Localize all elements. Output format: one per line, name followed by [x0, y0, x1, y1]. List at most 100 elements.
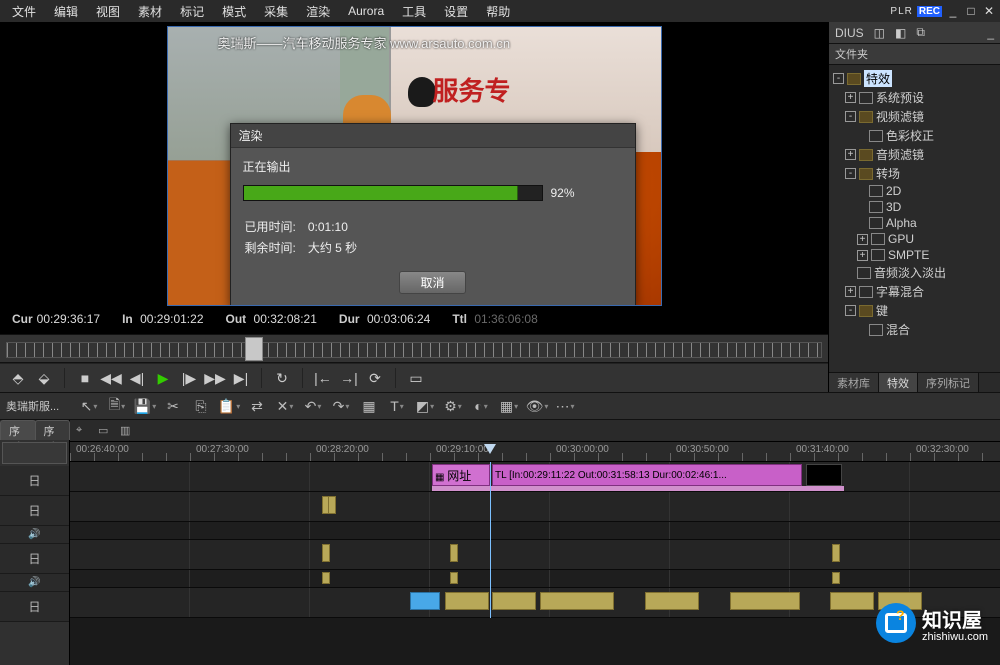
tree-toggle[interactable]: -: [833, 73, 844, 84]
menu-mode[interactable]: 模式: [214, 1, 254, 22]
menu-help[interactable]: 帮助: [478, 1, 518, 22]
tl-tool-3[interactable]: ▥: [120, 424, 136, 438]
tree-toggle[interactable]: -: [845, 305, 856, 316]
tree-item[interactable]: +字幕混合: [831, 282, 998, 301]
menu-marker[interactable]: 标记: [172, 1, 212, 22]
tool-undo[interactable]: ↶: [304, 397, 322, 415]
seq-tab-1[interactable]: 序列1: [0, 420, 36, 440]
tool-pointer[interactable]: ↖: [80, 397, 98, 415]
tool-ripple-icon[interactable]: ⇄: [248, 397, 266, 415]
tree-item[interactable]: +系统预设: [831, 88, 998, 107]
tool-redo[interactable]: ↷: [332, 397, 350, 415]
next-edit-button[interactable]: →|: [337, 367, 361, 389]
layout-icon[interactable]: ◫: [874, 26, 885, 40]
track-header-v3[interactable]: 日: [0, 544, 69, 574]
timeline-ruler[interactable]: 00:26:40:00 00:27:30:00 00:28:20:00 00:2…: [70, 442, 1000, 462]
tree-item[interactable]: -转场: [831, 164, 998, 183]
mark-in-drop[interactable]: ⬘: [6, 367, 30, 389]
tree-item[interactable]: -键: [831, 301, 998, 320]
step-back-button[interactable]: ◀|: [125, 367, 149, 389]
track-header-v1[interactable]: 日: [0, 466, 69, 496]
tool-view-icon[interactable]: 👁: [528, 397, 546, 415]
ffwd-button[interactable]: ▶▶: [203, 367, 227, 389]
mark-out-drop[interactable]: ⬙: [32, 367, 56, 389]
tool-new[interactable]: 🗎: [108, 397, 126, 415]
layout-icon-3[interactable]: ⧉: [916, 25, 925, 40]
menu-settings[interactable]: 设置: [436, 1, 476, 22]
layout-icon-2[interactable]: ◧: [895, 26, 906, 40]
tree-item[interactable]: 色彩校正: [831, 126, 998, 145]
tool-title-icon[interactable]: T: [388, 397, 406, 415]
tab-bin[interactable]: 素材库: [829, 373, 879, 392]
menu-view[interactable]: 视图: [88, 1, 128, 22]
clip-title[interactable]: ▦ 网址: [432, 464, 490, 486]
tree-toggle[interactable]: +: [857, 250, 868, 261]
track-v3[interactable]: [70, 540, 1000, 570]
scrub-bar[interactable]: [0, 334, 828, 363]
tab-markers[interactable]: 序列标记: [918, 373, 979, 392]
track-v2[interactable]: [70, 492, 1000, 522]
tree-toggle[interactable]: +: [845, 286, 856, 297]
menu-tools[interactable]: 工具: [394, 1, 434, 22]
effects-tree[interactable]: -特效 +系统预设-视频滤镜色彩校正+音频滤镜-转场2D3DAlpha+GPU+…: [829, 65, 1000, 372]
timeline-tracks-area[interactable]: ⌖ ▭ ▥ 00:26:40:00 00:27:30:00 00:28:20:0…: [70, 420, 1000, 665]
seq-tab-2[interactable]: 序列2: [35, 420, 71, 440]
close-button[interactable]: ✕: [982, 4, 996, 18]
prev-edit-button[interactable]: |←: [311, 367, 335, 389]
zoom-box[interactable]: [2, 442, 67, 464]
tree-item[interactable]: Alpha: [831, 215, 998, 231]
tree-toggle[interactable]: +: [845, 92, 856, 103]
end-button[interactable]: ▶|: [229, 367, 253, 389]
track-header-a1[interactable]: 🔊: [0, 526, 69, 544]
maximize-button[interactable]: □: [964, 4, 978, 18]
menu-capture[interactable]: 采集: [256, 1, 296, 22]
tl-tool-1[interactable]: ⌖: [76, 424, 92, 438]
stop-button[interactable]: ■: [73, 367, 97, 389]
tool-save[interactable]: 💾: [136, 397, 154, 415]
tree-item[interactable]: 3D: [831, 199, 998, 215]
tool-more-icon[interactable]: ⋯: [556, 397, 574, 415]
tree-toggle[interactable]: +: [857, 234, 868, 245]
tree-toggle[interactable]: -: [845, 168, 856, 179]
play-button[interactable]: ▶: [151, 367, 175, 389]
track-a2[interactable]: [70, 570, 1000, 588]
menu-edit[interactable]: 编辑: [46, 1, 86, 22]
tree-toggle[interactable]: +: [845, 149, 856, 160]
jog-button[interactable]: ⟳: [363, 367, 387, 389]
tool-layout-icon[interactable]: ▦: [500, 397, 518, 415]
tree-toggle[interactable]: -: [845, 111, 856, 122]
track-v4[interactable]: [70, 588, 1000, 618]
menu-file[interactable]: 文件: [4, 1, 44, 22]
tree-item[interactable]: 音频淡入淡出: [831, 263, 998, 282]
tree-item[interactable]: +GPU: [831, 231, 998, 247]
menu-aurora[interactable]: Aurora: [340, 2, 392, 20]
rewind-button[interactable]: ◀◀: [99, 367, 123, 389]
scrub-head[interactable]: [245, 337, 263, 361]
minimize-button[interactable]: _: [946, 4, 960, 18]
tree-item[interactable]: -视频滤镜: [831, 107, 998, 126]
display-button[interactable]: ▭: [404, 367, 428, 389]
tool-color-icon[interactable]: ◐: [472, 397, 490, 415]
track-header-a2[interactable]: 🔊: [0, 574, 69, 592]
step-fwd-button[interactable]: |▶: [177, 367, 201, 389]
preview-monitor[interactable]: 奥瑞斯——汽车移动服务专家 www.arsauto.com.cn 服务专 渲染 …: [167, 26, 662, 306]
tree-item[interactable]: +SMPTE: [831, 247, 998, 263]
tab-effects[interactable]: 特效: [879, 373, 918, 392]
clip-chunk[interactable]: [328, 496, 336, 514]
tree-root[interactable]: 特效: [864, 70, 892, 87]
tool-render-icon[interactable]: ▦: [360, 397, 378, 415]
loop-button[interactable]: ↻: [270, 367, 294, 389]
tool-trans-icon[interactable]: ◩: [416, 397, 434, 415]
tool-cut-icon[interactable]: ✂: [164, 397, 182, 415]
clip-tl[interactable]: TL [In:00:29:11:22 Out:00:31:58:13 Dur:0…: [492, 464, 802, 486]
cancel-button[interactable]: 取消: [399, 271, 465, 294]
tl-tool-2[interactable]: ▭: [98, 424, 114, 438]
clip-black[interactable]: [806, 464, 842, 486]
menu-clip[interactable]: 素材: [130, 1, 170, 22]
playhead[interactable]: [490, 462, 491, 618]
tool-copy-icon[interactable]: ⎘: [192, 397, 210, 415]
tool-paste-icon[interactable]: 📋: [220, 397, 238, 415]
tree-item[interactable]: 2D: [831, 183, 998, 199]
track-a1[interactable]: [70, 522, 1000, 540]
tool-delete-icon[interactable]: ✕: [276, 397, 294, 415]
